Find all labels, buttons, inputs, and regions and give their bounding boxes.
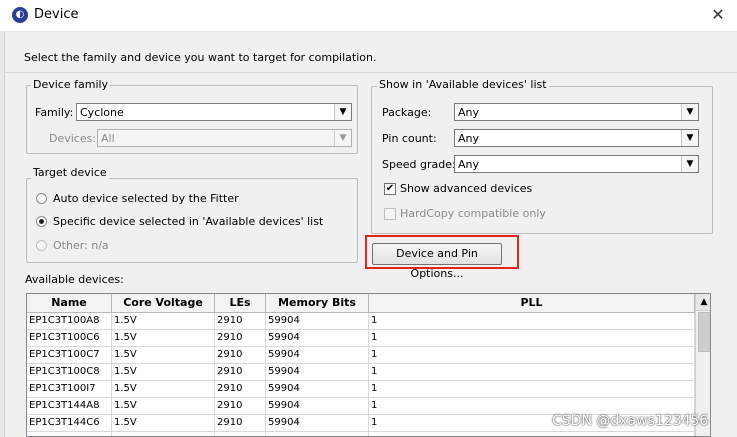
hardcopy-label: HardCopy compatible only <box>400 207 546 220</box>
speed-grade-value: Any <box>458 158 480 171</box>
table-cell <box>266 432 369 436</box>
table-cell: 59904 <box>266 347 369 363</box>
package-value: Any <box>458 106 480 119</box>
column-header-les[interactable]: LEs <box>215 294 266 312</box>
show-advanced-checkbox[interactable]: ✔ <box>384 183 396 195</box>
table-row[interactable] <box>27 432 695 436</box>
table-cell: 1.5V <box>112 364 215 380</box>
table-cell: 1.5V <box>112 313 215 329</box>
table-cell: 59904 <box>266 381 369 397</box>
table-cell: 2910 <box>215 330 266 346</box>
table-cell: 2910 <box>215 347 266 363</box>
chevron-down-icon: ▼ <box>681 104 698 120</box>
table-cell: 1 <box>369 330 695 346</box>
quartus-app-icon: ◐ <box>12 7 28 23</box>
table-cell: 1 <box>369 364 695 380</box>
watermark-text: CSDN @dxaws123456 <box>552 413 709 429</box>
table-cell: 2910 <box>215 313 266 329</box>
table-cell: 59904 <box>266 364 369 380</box>
table-cell: 1.5V <box>112 415 215 431</box>
speed-grade-label: Speed grade: <box>382 158 456 171</box>
table-header: Name Core Voltage LEs Memory Bits PLL <box>27 294 695 313</box>
auto-device-radio[interactable] <box>36 193 47 204</box>
table-cell: 1.5V <box>112 398 215 414</box>
scrollbar-thumb[interactable] <box>698 312 710 352</box>
column-header-memory-bits[interactable]: Memory Bits <box>266 294 369 312</box>
table-cell: 2910 <box>215 398 266 414</box>
table-cell: 59904 <box>266 313 369 329</box>
table-cell <box>369 432 695 436</box>
pin-count-label: Pin count: <box>382 132 437 145</box>
chevron-down-icon: ▼ <box>334 104 351 120</box>
package-dropdown[interactable]: Any ▼ <box>454 103 699 121</box>
hardcopy-checkbox[interactable] <box>384 208 396 220</box>
table-cell: 1.5V <box>112 347 215 363</box>
chevron-down-icon: ▼ <box>681 130 698 146</box>
family-label: Family: <box>35 106 74 119</box>
device-family-group-label: Device family <box>31 78 111 91</box>
family-value: Cyclone <box>80 106 124 119</box>
table-row[interactable]: EP1C3T100C7 1.5V 2910 59904 1 <box>27 347 695 364</box>
table-cell: EP1C3T100A8 <box>27 313 112 329</box>
device-pin-options-button[interactable]: Device and Pin Options... <box>372 243 502 280</box>
table-row[interactable]: EP1C3T100C8 1.5V 2910 59904 1 <box>27 364 695 381</box>
table-cell: EP1C3T144C6 <box>27 415 112 431</box>
other-device-radio[interactable] <box>36 240 47 251</box>
devices-dropdown[interactable]: All ▼ <box>97 129 352 147</box>
auto-device-label[interactable]: Auto device selected by the Fitter <box>53 192 239 205</box>
family-dropdown[interactable]: Cyclone ▼ <box>76 103 352 121</box>
chevron-down-icon: ▼ <box>681 156 698 172</box>
column-header-name[interactable]: Name <box>27 294 112 312</box>
table-cell: 59904 <box>266 398 369 414</box>
devices-value: All <box>101 132 115 145</box>
table-cell: 2910 <box>215 381 266 397</box>
table-cell: EP1C3T100C8 <box>27 364 112 380</box>
table-cell: 1 <box>369 347 695 363</box>
table-cell: 2910 <box>215 415 266 431</box>
table-cell: 1 <box>369 398 695 414</box>
table-row[interactable]: EP1C3T100C6 1.5V 2910 59904 1 <box>27 330 695 347</box>
instruction-text: Select the family and device you want to… <box>24 51 377 64</box>
table-cell: EP1C3T100I7 <box>27 381 112 397</box>
table-cell: 59904 <box>266 415 369 431</box>
available-devices-label: Available devices: <box>25 273 124 286</box>
specific-device-radio[interactable] <box>36 216 47 227</box>
show-advanced-label[interactable]: Show advanced devices <box>400 182 532 195</box>
table-cell: EP1C3T100C7 <box>27 347 112 363</box>
column-header-core-voltage[interactable]: Core Voltage <box>112 294 215 312</box>
pin-count-dropdown[interactable]: Any ▼ <box>454 129 699 147</box>
table-cell <box>112 432 215 436</box>
title-bar: ◐ Device ✕ <box>0 0 737 32</box>
table-cell: EP1C3T144A8 <box>27 398 112 414</box>
show-in-list-group-label: Show in 'Available devices' list <box>377 78 549 91</box>
specific-device-label[interactable]: Specific device selected in 'Available d… <box>53 215 323 228</box>
devices-label: Devices: <box>49 132 97 145</box>
table-cell: 1 <box>369 313 695 329</box>
target-device-group-label: Target device <box>31 166 109 179</box>
chevron-down-icon: ▼ <box>334 130 351 146</box>
close-icon[interactable]: ✕ <box>704 3 732 27</box>
table-cell: 59904 <box>266 330 369 346</box>
table-row[interactable]: EP1C3T100A8 1.5V 2910 59904 1 <box>27 313 695 330</box>
left-window-edge <box>0 32 5 437</box>
table-cell <box>27 432 112 436</box>
other-device-label: Other: n/a <box>53 239 109 252</box>
table-cell <box>215 432 266 436</box>
table-cell: 1.5V <box>112 381 215 397</box>
table-cell: 1 <box>369 381 695 397</box>
scroll-up-arrow-icon[interactable]: ▲ <box>696 294 710 311</box>
window-title: Device <box>34 7 79 22</box>
table-cell: EP1C3T100C6 <box>27 330 112 346</box>
table-cell: 2910 <box>215 364 266 380</box>
table-cell: 1.5V <box>112 330 215 346</box>
column-header-pll[interactable]: PLL <box>369 294 695 312</box>
header-separator <box>4 72 737 73</box>
pin-count-value: Any <box>458 132 480 145</box>
package-label: Package: <box>382 106 432 119</box>
table-row[interactable]: EP1C3T100I7 1.5V 2910 59904 1 <box>27 381 695 398</box>
speed-grade-dropdown[interactable]: Any ▼ <box>454 155 699 173</box>
